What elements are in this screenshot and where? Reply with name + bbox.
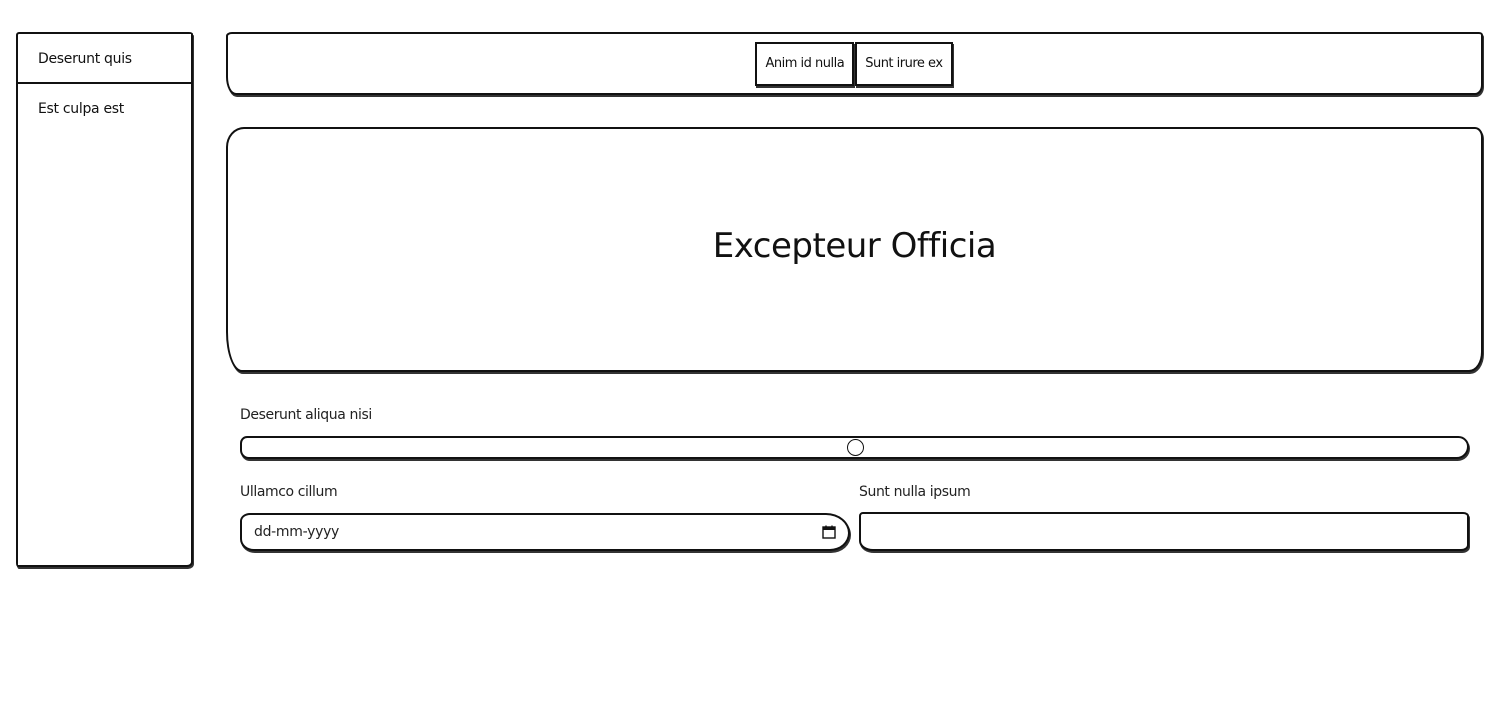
header-button-anim-id-nulla[interactable]: Anim id nulla — [755, 41, 855, 86]
slider-label: Deserunt aliqua nisi — [240, 407, 372, 423]
range-slider[interactable] — [240, 436, 1469, 459]
calendar-icon[interactable] — [822, 525, 836, 539]
header-bar: Anim id nulla Sunt irure ex — [226, 32, 1483, 95]
date-field[interactable]: dd-mm-yyyy — [240, 513, 850, 551]
sidebar: Deserunt quis Est culpa est — [16, 32, 193, 567]
sidebar-item-est-culpa-est[interactable]: Est culpa est — [18, 84, 191, 134]
text-field-label: Sunt nulla ipsum — [859, 484, 971, 500]
date-field-label: Ullamco cillum — [240, 484, 338, 500]
slider-thumb[interactable] — [846, 439, 864, 456]
header-button-sunt-irure-ex[interactable]: Sunt irure ex — [855, 41, 953, 86]
date-field-placeholder: dd-mm-yyyy — [254, 524, 340, 540]
hero-panel: Excepteur Officia — [226, 127, 1483, 372]
sidebar-item-deserunt-quis[interactable]: Deserunt quis — [18, 34, 191, 84]
hero-title: Excepteur Officia — [712, 225, 997, 266]
header-button-group: Anim id nulla Sunt irure ex — [755, 41, 953, 86]
text-field[interactable] — [859, 512, 1469, 551]
